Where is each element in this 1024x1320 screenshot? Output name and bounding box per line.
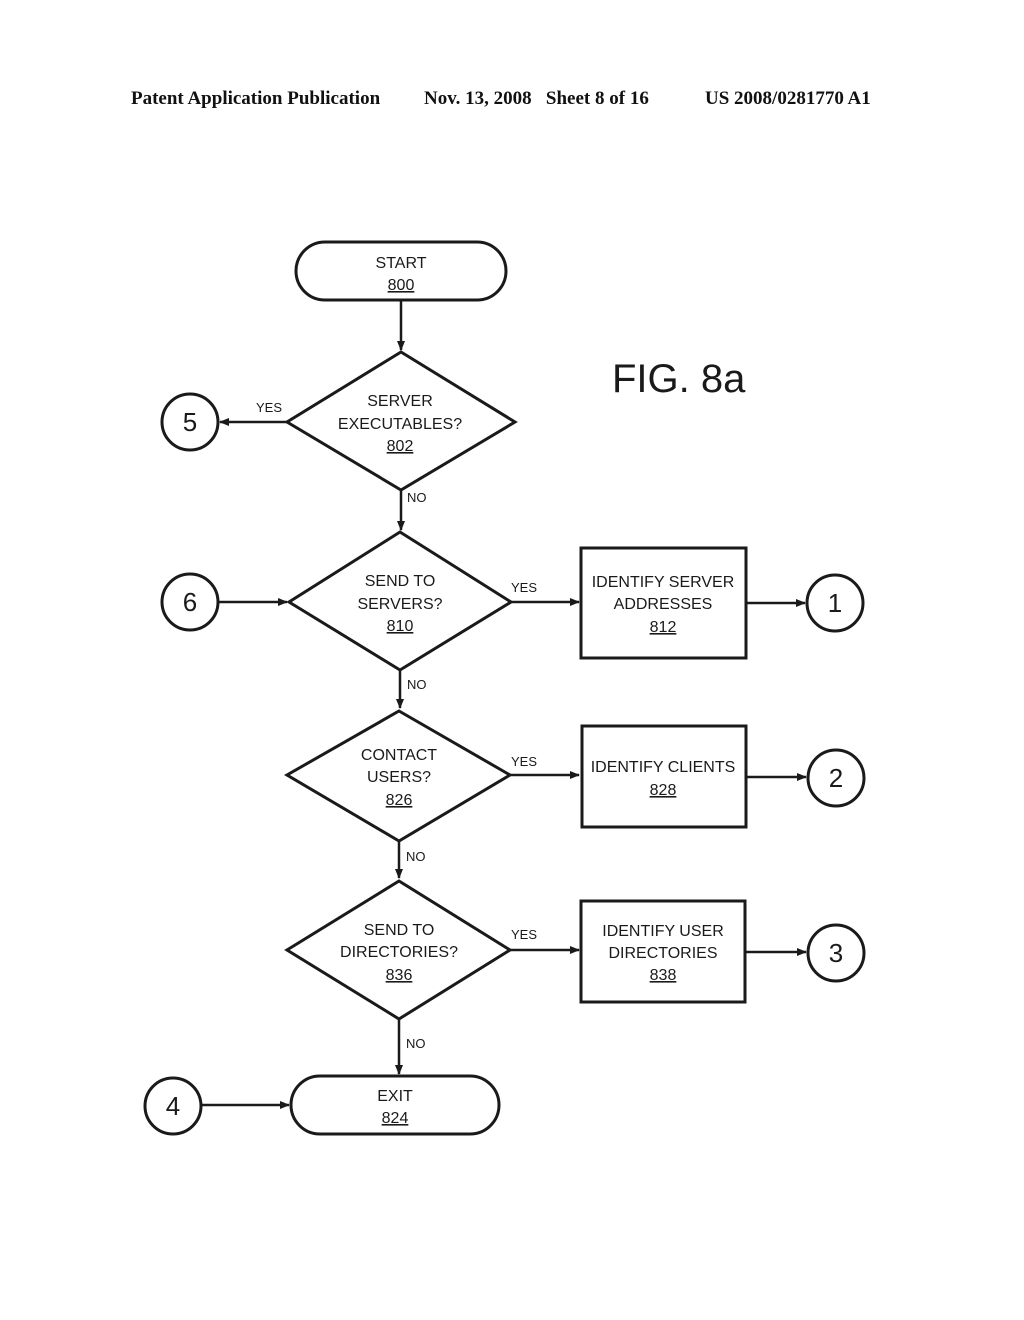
- decision-810-line1: SEND TO: [365, 573, 436, 590]
- process-838-line1: IDENTIFY USER: [602, 923, 724, 940]
- flowchart: FIG. 8a START 800 SERVER EXECUTABLES? 80…: [143, 240, 866, 1136]
- exit-label: EXIT: [377, 1088, 413, 1105]
- edge-826-yes-label: YES: [511, 754, 537, 769]
- edge-802-no-label: NO: [407, 490, 427, 505]
- connector-1-label: 1: [828, 588, 842, 618]
- process-812: IDENTIFY SERVER ADDRESSES 812: [579, 546, 748, 660]
- connector-6: 6: [160, 572, 220, 632]
- decision-836: SEND TO DIRECTORIES? 836: [284, 879, 513, 1021]
- connector-1: 1: [805, 573, 865, 633]
- connector-4-label: 4: [166, 1091, 180, 1121]
- process-828-line1: IDENTIFY CLIENTS: [591, 759, 736, 776]
- edge-826-no-label: NO: [406, 849, 426, 864]
- connector-5-label: 5: [183, 407, 197, 437]
- edge-802-yes-label: YES: [256, 400, 282, 415]
- edge-836-yes-label: YES: [511, 927, 537, 942]
- decision-802-line2: EXECUTABLES?: [338, 416, 462, 433]
- decision-836-line2: DIRECTORIES?: [340, 944, 458, 961]
- process-812-line2: ADDRESSES: [614, 596, 713, 613]
- exit-terminal: EXIT 824: [289, 1074, 501, 1136]
- edge-810-no-label: NO: [407, 677, 427, 692]
- decision-836-ref: 836: [386, 967, 413, 984]
- start-label: START: [376, 255, 427, 272]
- decision-810-ref: 810: [387, 618, 414, 635]
- connector-2-label: 2: [829, 763, 843, 793]
- process-812-line1: IDENTIFY SERVER: [592, 574, 735, 591]
- process-838-line2: DIRECTORIES: [608, 945, 717, 962]
- decision-802-line1: SERVER: [367, 393, 433, 410]
- process-828-ref: 828: [650, 782, 677, 799]
- decision-802-ref: 802: [387, 438, 414, 455]
- process-838-ref: 838: [650, 967, 677, 984]
- decision-826: CONTACT USERS? 826: [284, 709, 513, 843]
- start-terminal: START 800: [294, 240, 508, 302]
- decision-810: SEND TO SERVERS? 810: [286, 530, 514, 672]
- edge-836-no-label: NO: [406, 1036, 426, 1051]
- process-812-ref: 812: [650, 619, 677, 636]
- process-838: IDENTIFY USER DIRECTORIES 838: [579, 899, 747, 1004]
- connector-2: 2: [806, 748, 866, 808]
- exit-ref: 824: [382, 1110, 409, 1127]
- edge-810-yes-label: YES: [511, 580, 537, 595]
- decision-802: SERVER EXECUTABLES? 802: [284, 350, 518, 492]
- connector-3-label: 3: [829, 938, 843, 968]
- connector-3: 3: [806, 923, 866, 983]
- decision-826-line1: CONTACT: [361, 747, 437, 764]
- decision-826-line2: USERS?: [367, 769, 431, 786]
- connector-6-label: 6: [183, 587, 197, 617]
- start-ref: 800: [388, 277, 415, 294]
- decision-826-ref: 826: [386, 792, 413, 809]
- connector-4: 4: [143, 1076, 203, 1136]
- connector-5: 5: [160, 392, 220, 452]
- decision-810-line2: SERVERS?: [357, 596, 442, 613]
- figure-label: FIG. 8a: [612, 357, 746, 401]
- process-828: IDENTIFY CLIENTS 828: [580, 724, 748, 829]
- decision-836-line1: SEND TO: [364, 922, 435, 939]
